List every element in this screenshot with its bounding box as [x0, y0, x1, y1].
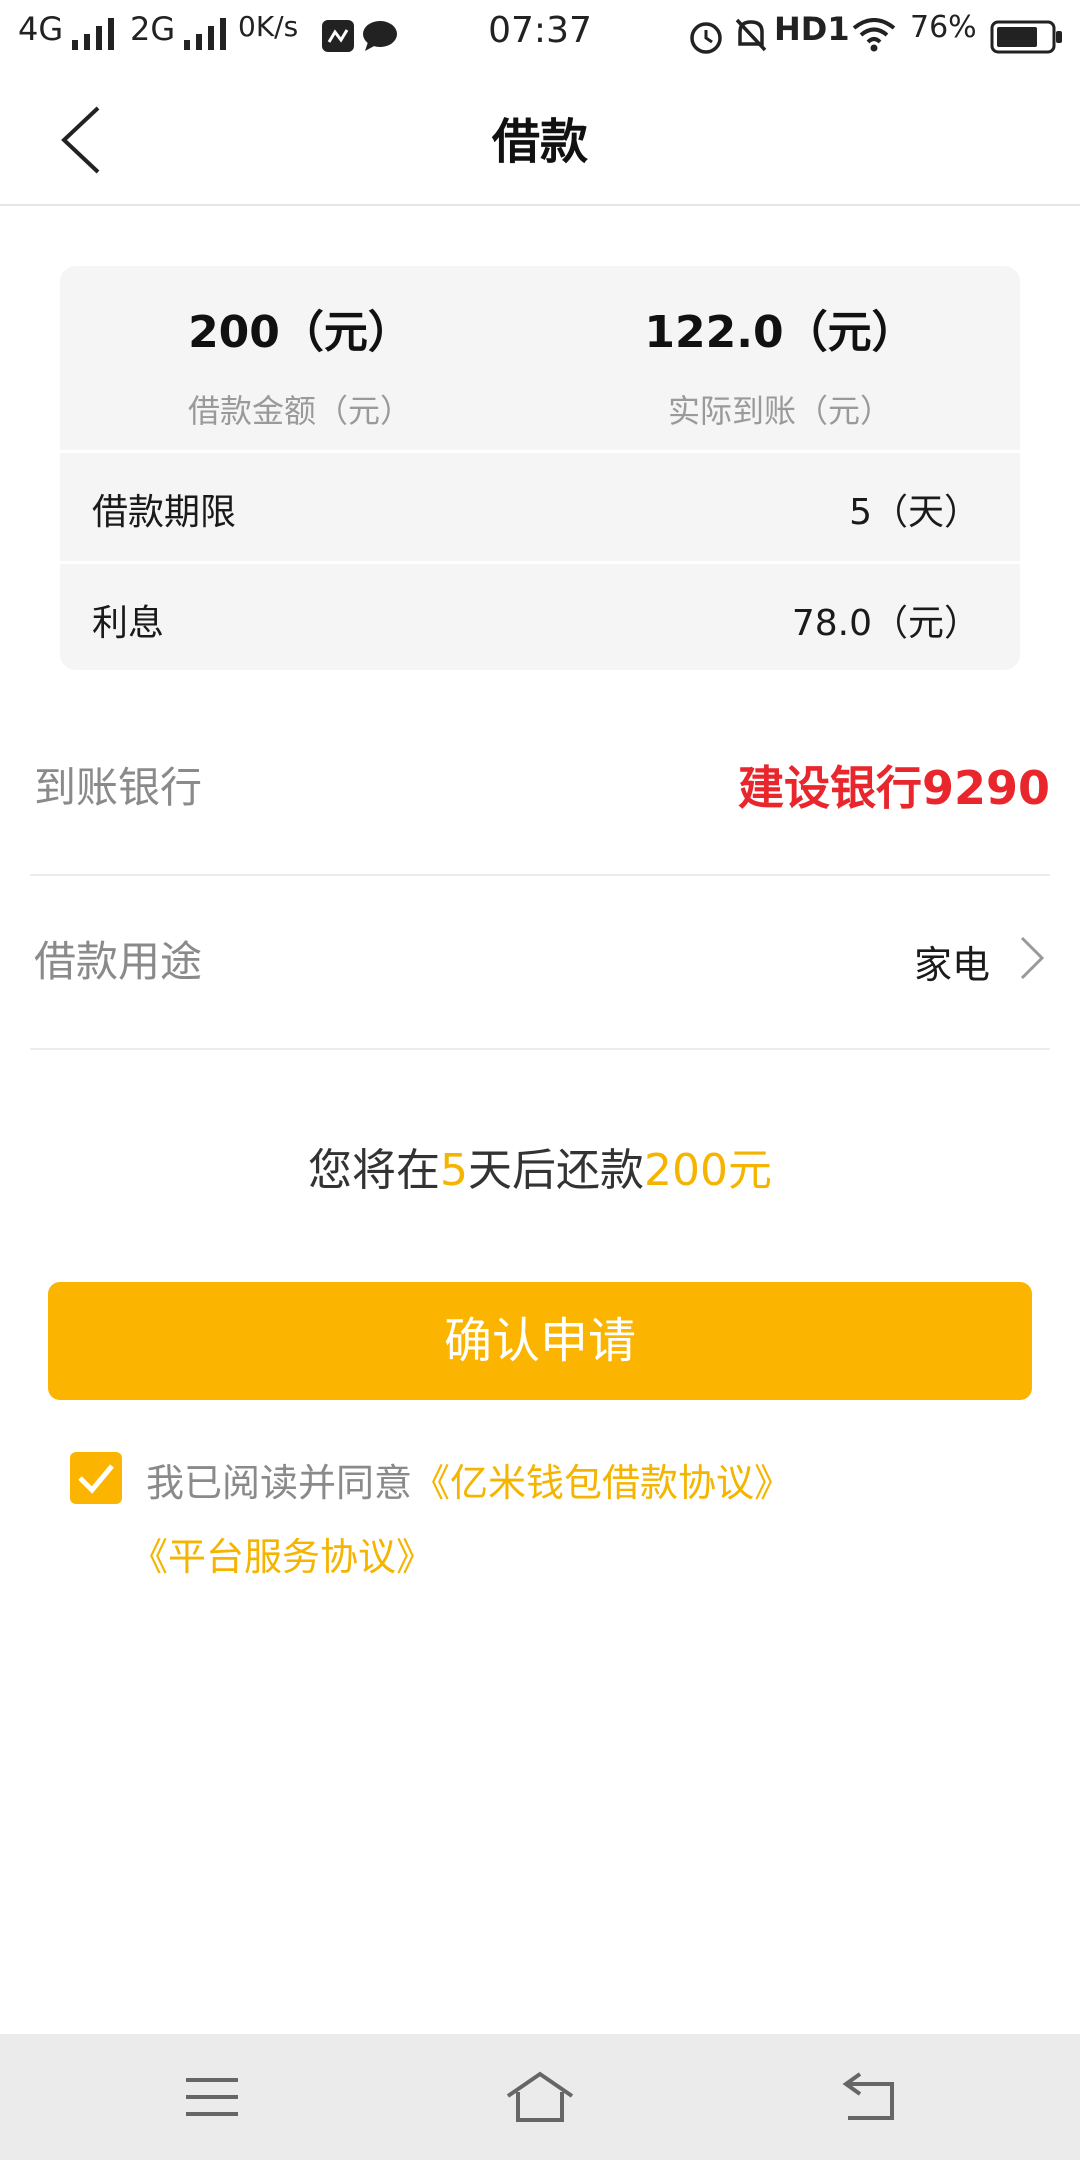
loan-purpose-label: 借款用途 — [34, 937, 203, 986]
loan-amount-label: 借款金额（元） — [187, 392, 412, 430]
loan-term-label: 借款期限 — [92, 492, 237, 533]
check-icon — [78, 1464, 114, 1494]
repayment-days: 5 — [440, 1145, 468, 1196]
repayment-amount: 200元 — [644, 1145, 772, 1196]
receiving-bank-value: 建设银行9290 — [737, 761, 1050, 815]
loan-term-value: 5（天） — [849, 492, 980, 533]
loan-summary-card: 200（元） 借款金额（元） 122.0（元） 实际到账（元） 借款期限 5（天… — [60, 266, 1020, 670]
hd-indicator: HD1 — [774, 10, 850, 48]
receiving-bank-row[interactable]: 到账银行 建设银行9290 — [30, 700, 1050, 876]
status-bar: 4G 2G 0K/s 07:37 HD1 76% — [0, 0, 1080, 72]
loan-purpose-value: 家电 — [913, 943, 990, 987]
platform-agreement-link[interactable]: 《平台服务协议》 — [130, 1535, 434, 1579]
loan-term-row: 借款期限 5（天） — [60, 453, 1020, 561]
interest-value: 78.0（元） — [791, 603, 980, 644]
repayment-note-text: 您将在 — [308, 1145, 440, 1196]
system-nav-bar — [0, 2034, 1080, 2160]
interest-label: 利息 — [92, 603, 165, 644]
received-amount-value: 122.0（元） — [644, 307, 916, 358]
wifi-icon — [852, 18, 896, 52]
loan-amount-value: 200（元） — [188, 307, 412, 358]
mute-bell-icon — [735, 18, 767, 52]
receiving-bank-label: 到账银行 — [34, 763, 203, 812]
confirm-apply-button[interactable]: 确认申请 — [48, 1282, 1032, 1400]
home-button[interactable] — [500, 2062, 580, 2132]
home-icon — [506, 2071, 574, 2122]
alarm-icon — [690, 22, 722, 54]
loan-purpose-row[interactable]: 借款用途 家电 — [30, 874, 1050, 1050]
back-arrow-icon — [842, 2072, 894, 2120]
menu-button[interactable] — [172, 2062, 252, 2132]
loan-amount-block: 200（元） 借款金额（元） — [60, 266, 540, 432]
battery-percent: 76% — [910, 10, 977, 45]
loan-agreement-link[interactable]: 《亿米钱包借款协议》 — [412, 1461, 792, 1505]
agreement-checkbox[interactable] — [70, 1452, 122, 1504]
page-title: 借款 — [491, 114, 588, 170]
received-amount-block: 122.0（元） 实际到账（元） — [540, 266, 1020, 432]
app-header: 借款 — [0, 72, 1080, 206]
menu-icon — [186, 2078, 238, 2116]
repayment-note-text: 天后还款 — [468, 1145, 644, 1196]
interest-row: 利息 78.0（元） — [60, 564, 1020, 670]
agreement-line-2: 《平台服务协议》 — [130, 1526, 434, 1581]
return-button[interactable] — [830, 2062, 910, 2132]
received-amount-label: 实际到账（元） — [667, 392, 892, 430]
battery-icon — [990, 20, 1062, 54]
agreement-prefix: 我已阅读并同意 — [146, 1461, 413, 1505]
repayment-note: 您将在5天后还款200元 — [0, 1134, 1080, 1198]
chevron-right-icon — [1020, 936, 1045, 980]
agreement-line: 我已阅读并同意《亿米钱包借款协议》 — [146, 1452, 792, 1507]
